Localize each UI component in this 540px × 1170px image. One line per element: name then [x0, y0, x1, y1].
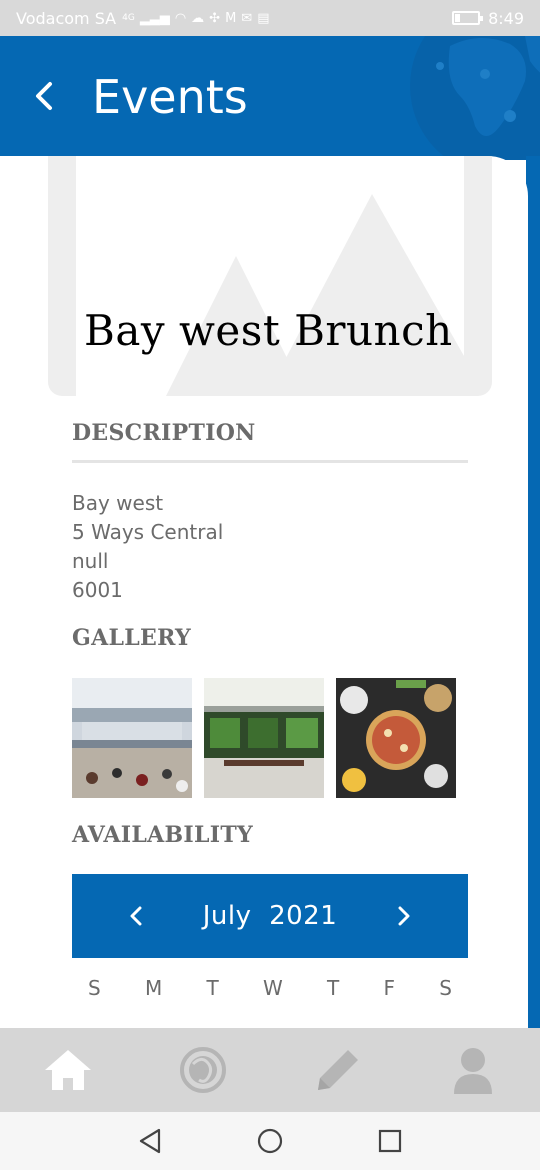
- globe-icon: [410, 36, 540, 160]
- description-line: 5 Ways Central: [72, 520, 224, 544]
- nav-edit[interactable]: [308, 1040, 368, 1100]
- weekday-label: T: [327, 976, 340, 1000]
- prev-month-button[interactable]: [122, 902, 150, 930]
- envelope-icon: ✉: [241, 10, 253, 26]
- chevron-right-icon: [398, 906, 410, 926]
- nav-home[interactable]: [38, 1040, 98, 1100]
- description-line: Bay west: [72, 491, 164, 515]
- nav-explore[interactable]: [173, 1040, 233, 1100]
- weekday-label: S: [439, 976, 452, 1000]
- clock: 8:49: [488, 8, 524, 28]
- calendar-month: July: [202, 901, 252, 931]
- network-type: 4G: [122, 13, 135, 23]
- gear-icon: ✣: [209, 10, 221, 26]
- app-header: Events: [0, 36, 540, 160]
- gallery-image-food[interactable]: [336, 678, 456, 798]
- gallery-image-mall[interactable]: [72, 678, 192, 798]
- page-title: Events: [92, 70, 248, 124]
- weekday-label: S: [88, 976, 101, 1000]
- back-button[interactable]: [24, 74, 64, 118]
- home-icon: [44, 1050, 91, 1090]
- signal-icon: ▂▃▅: [139, 10, 170, 26]
- square-recents-icon: [378, 1129, 402, 1153]
- weekday-label: W: [262, 976, 283, 1000]
- description-text: Bay west 5 Ways Central null 6001: [72, 489, 223, 605]
- weekday-label: M: [144, 976, 163, 1000]
- chevron-left-icon: [130, 906, 142, 926]
- cloud-icon: ☁: [191, 10, 205, 26]
- system-recents-button[interactable]: [370, 1121, 410, 1161]
- system-home-button[interactable]: [250, 1121, 290, 1161]
- gallery: [72, 678, 456, 798]
- weekday-label: F: [383, 976, 396, 1000]
- profile-icon: [453, 1048, 492, 1094]
- description-heading: DESCRIPTION: [72, 420, 256, 446]
- chevron-left-icon: [36, 82, 52, 110]
- nav-profile[interactable]: [443, 1040, 503, 1100]
- wifi-icon: ◠: [174, 10, 187, 26]
- gallery-image-restaurant[interactable]: [204, 678, 324, 798]
- calendar-month-label: July 2021: [203, 901, 337, 931]
- calendar-header: July 2021: [72, 874, 468, 958]
- bottom-nav: [0, 1028, 540, 1112]
- description-line: 6001: [72, 578, 123, 602]
- battery-icon: [452, 11, 484, 25]
- section-divider: [72, 460, 468, 463]
- image-placeholder: [76, 156, 464, 396]
- message-icon: ▤: [257, 10, 270, 26]
- header-edge: [526, 156, 540, 1028]
- circle-home-icon: [257, 1128, 283, 1154]
- status-bar: Vodacom SA 4G ▂▃▅ ◠ ☁ ✣ M ✉ ▤ 8:49: [0, 0, 540, 36]
- content-sheet: Bay west Brunch DESCRIPTION Bay west 5 W…: [0, 156, 528, 1028]
- next-month-button[interactable]: [390, 902, 418, 930]
- system-back-button[interactable]: [130, 1121, 170, 1161]
- edit-icon: [317, 1050, 358, 1090]
- triangle-back-icon: [139, 1128, 161, 1154]
- calendar-weekdays: S M T W T F S: [72, 976, 468, 1000]
- mail-icon: M: [225, 10, 237, 26]
- event-hero-image: Bay west Brunch: [48, 156, 492, 396]
- description-line: null: [72, 549, 109, 573]
- explore-icon: [179, 1047, 226, 1093]
- event-title: Bay west Brunch: [84, 306, 453, 355]
- gallery-heading: GALLERY: [72, 625, 191, 651]
- availability-heading: AVAILABILITY: [72, 822, 254, 848]
- image-placeholder-icon: [166, 194, 464, 396]
- carrier-name: Vodacom SA: [16, 8, 117, 28]
- weekday-label: T: [206, 976, 219, 1000]
- system-nav: [0, 1112, 540, 1170]
- calendar-year: 2021: [269, 901, 338, 931]
